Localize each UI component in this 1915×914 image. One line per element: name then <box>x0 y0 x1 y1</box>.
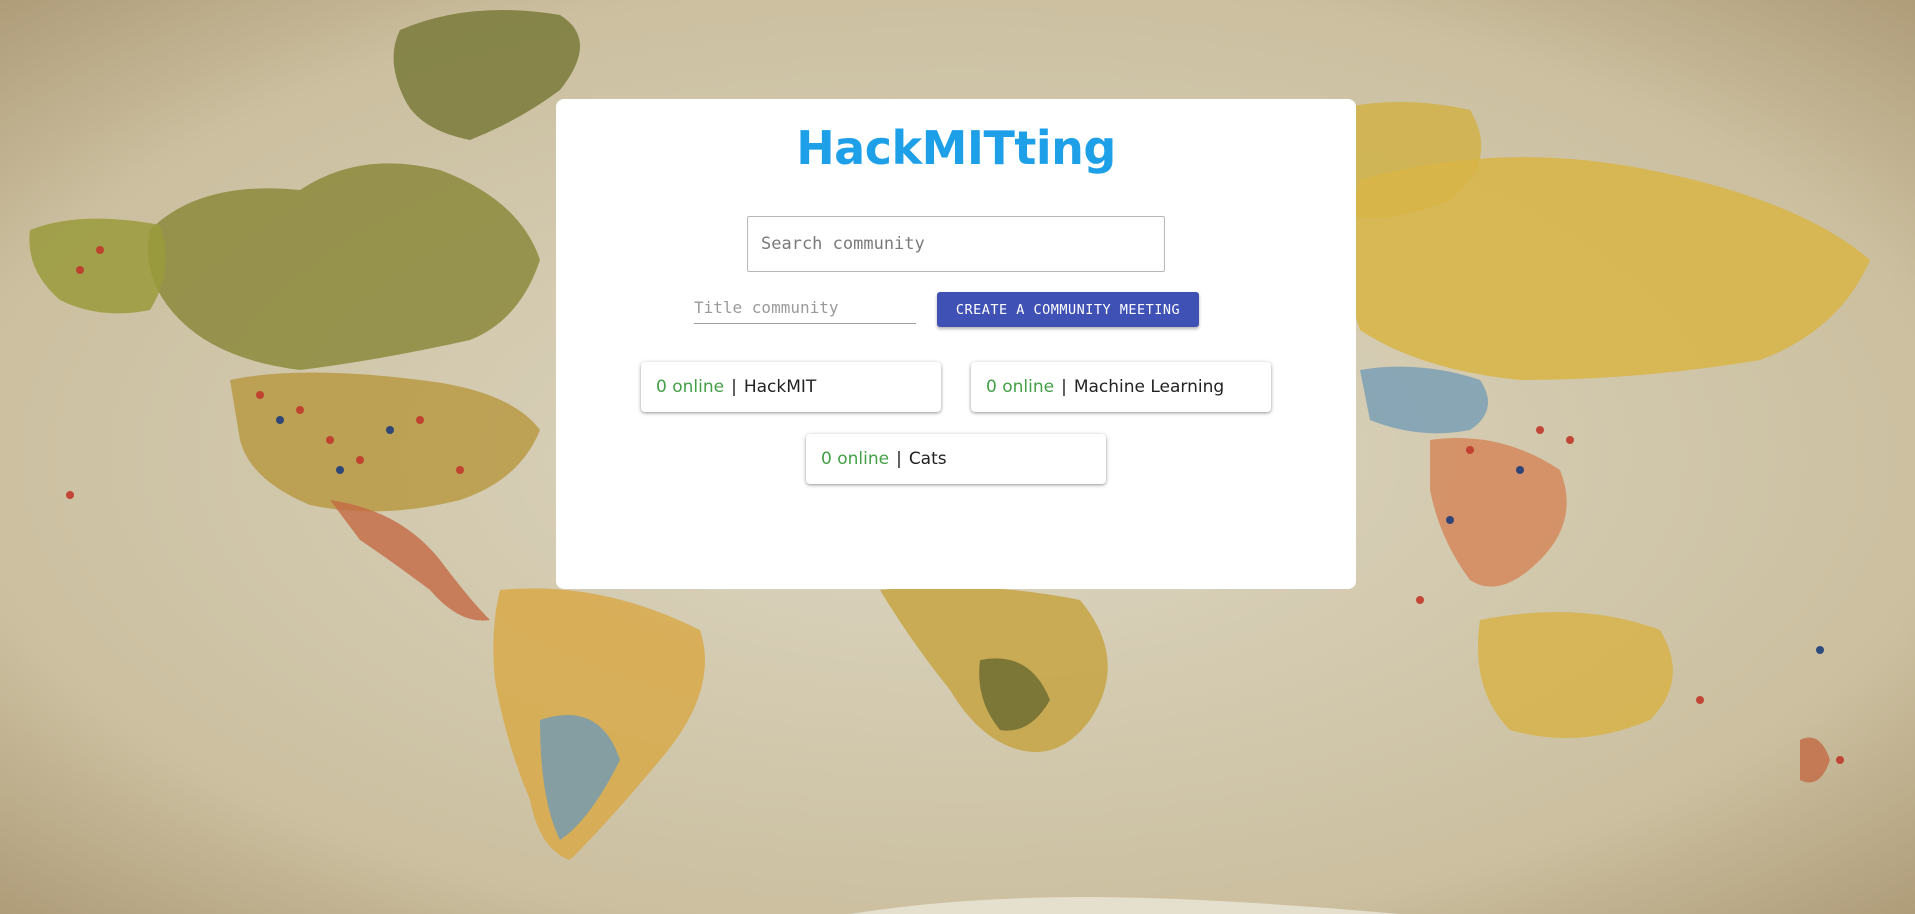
community-name: Cats <box>908 449 947 469</box>
main-card: HackMITting CREATE A COMMUNITY MEETING 0… <box>556 99 1356 589</box>
community-name: HackMIT <box>743 377 817 397</box>
community-card-hackmit[interactable]: 0 online | HackMIT <box>641 362 941 412</box>
community-name: Machine Learning <box>1073 377 1225 397</box>
separator: | <box>896 449 902 469</box>
online-count: 0 online <box>986 377 1055 397</box>
community-card-machine-learning[interactable]: 0 online | Machine Learning <box>971 362 1271 412</box>
separator: | <box>1061 377 1067 397</box>
online-count: 0 online <box>821 449 890 469</box>
search-input[interactable] <box>747 216 1165 272</box>
community-title-input[interactable] <box>694 292 916 324</box>
app-title: HackMITting <box>796 121 1116 175</box>
community-card-cats[interactable]: 0 online | Cats <box>806 434 1106 484</box>
online-count: 0 online <box>656 377 725 397</box>
separator: | <box>731 377 737 397</box>
create-community-meeting-button[interactable]: CREATE A COMMUNITY MEETING <box>937 292 1199 327</box>
